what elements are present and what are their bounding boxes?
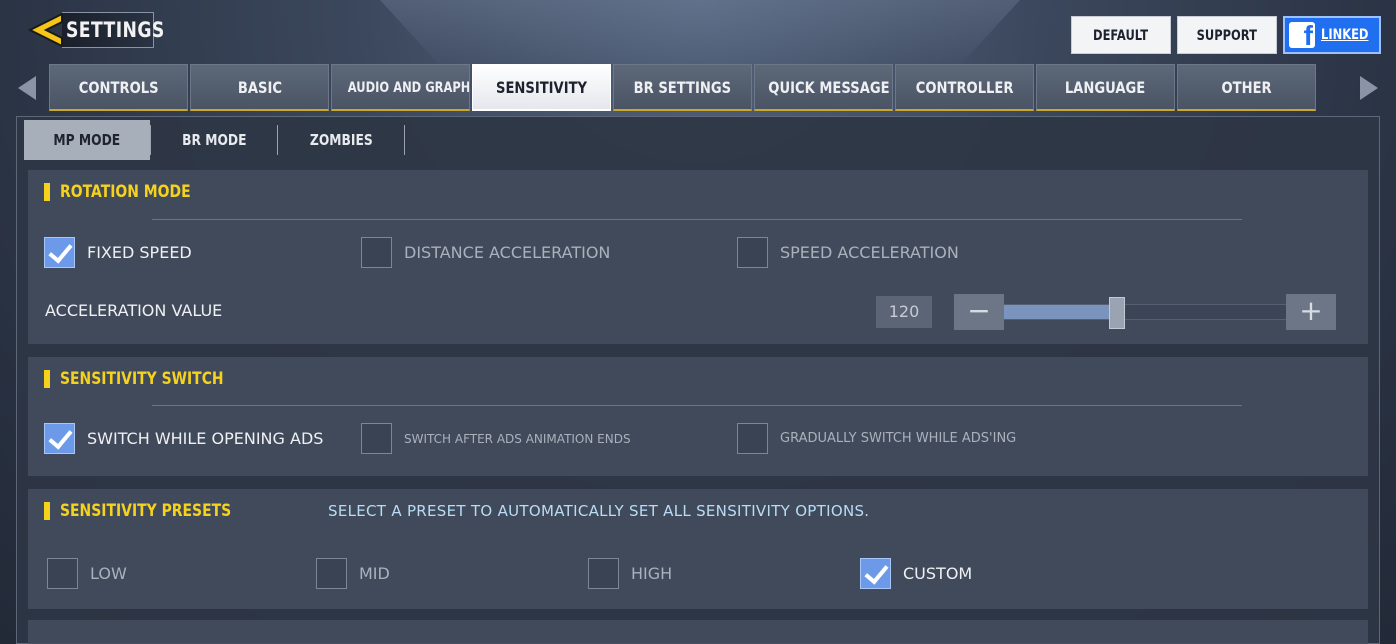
checkbox[interactable]	[737, 423, 768, 454]
option-switch-while-opening-ads[interactable]: SWITCH WHILE OPENING ADS	[44, 423, 323, 454]
checkbox-checked[interactable]	[860, 558, 891, 589]
option-distance-acceleration[interactable]: DISTANCE ACCELERATION	[361, 237, 610, 268]
title-marker	[44, 502, 50, 520]
option-fixed-speed[interactable]: FIXED SPEED	[44, 237, 192, 268]
option-switch-after-ads-animation[interactable]: SWITCH AFTER ADS ANIMATION ENDS	[361, 423, 631, 454]
section-title: SENSITIVITY SWITCH	[44, 369, 260, 389]
subtab-divider	[404, 125, 405, 155]
tab-controller[interactable]: CONTROLLER	[895, 64, 1034, 111]
slider-fill	[1004, 305, 1117, 319]
background-shape	[380, 0, 1020, 70]
chevron-right-icon[interactable]	[1360, 76, 1378, 100]
presets-description: SELECT A PRESET TO AUTOMATICALLY SET ALL…	[328, 502, 870, 520]
page-title: SETTINGS	[62, 12, 164, 48]
support-button[interactable]: SUPPORT	[1177, 16, 1277, 54]
title-marker	[44, 183, 50, 201]
option-gradually-switch[interactable]: GRADUALLY SWITCH WHILE ADS'ING	[737, 423, 1016, 454]
divider	[152, 405, 1242, 406]
slider-thumb[interactable]	[1108, 297, 1125, 329]
tab-sensitivity[interactable]: SENSITIVITY	[472, 64, 611, 111]
acceleration-value-label: ACCELERATION VALUE	[45, 301, 223, 320]
linked-label: LINKED	[1321, 27, 1369, 43]
acceleration-value-display: 120	[876, 296, 932, 328]
decrease-button[interactable]: −	[954, 294, 1004, 330]
tab-br-settings[interactable]: BR SETTINGS	[613, 64, 752, 111]
subtab-mp-mode[interactable]: MP MODE	[24, 120, 150, 160]
section-title: ROTATION MODE	[44, 182, 219, 202]
tab-language[interactable]: LANGUAGE	[1036, 64, 1175, 111]
preset-high[interactable]: HIGH	[588, 558, 672, 589]
section-title: SENSITIVITY PRESETS	[44, 501, 269, 521]
increase-button[interactable]: +	[1286, 294, 1336, 330]
option-speed-acceleration[interactable]: SPEED ACCELERATION	[737, 237, 959, 268]
checkbox-checked[interactable]	[44, 237, 75, 268]
checkbox[interactable]	[588, 558, 619, 589]
checkbox[interactable]	[737, 237, 768, 268]
checkbox[interactable]	[47, 558, 78, 589]
next-section-partial	[28, 620, 1368, 644]
tab-basic[interactable]: BASIC	[190, 64, 329, 111]
tab-audio-and-graphics[interactable]: AUDIO AND GRAPHICS	[331, 64, 470, 111]
facebook-icon: f	[1289, 22, 1315, 50]
linked-button[interactable]: f LINKED	[1283, 16, 1381, 54]
chevron-left-icon[interactable]	[18, 76, 36, 100]
checkbox-checked[interactable]	[44, 423, 75, 454]
checkbox[interactable]	[316, 558, 347, 589]
tab-bar: CONTROLS BASIC AUDIO AND GRAPHICS SENSIT…	[49, 64, 1316, 111]
subtab-zombies[interactable]: ZOMBIES	[278, 120, 404, 160]
default-button[interactable]: DEFAULT	[1071, 16, 1171, 54]
tab-quick-message[interactable]: QUICK MESSAGE	[754, 64, 893, 111]
divider	[152, 219, 1242, 220]
mode-subtabs: MP MODE BR MODE ZOMBIES	[24, 120, 405, 160]
preset-custom[interactable]: CUSTOM	[860, 558, 972, 589]
title-marker	[44, 370, 50, 388]
preset-low[interactable]: LOW	[47, 558, 127, 589]
tab-controls[interactable]: CONTROLS	[49, 64, 188, 111]
checkbox[interactable]	[361, 423, 392, 454]
checkbox[interactable]	[361, 237, 392, 268]
acceleration-slider[interactable]	[1004, 297, 1286, 329]
subtab-br-mode[interactable]: BR MODE	[151, 120, 277, 160]
preset-mid[interactable]: MID	[316, 558, 390, 589]
tab-other[interactable]: OTHER	[1177, 64, 1316, 111]
back-arrow-icon[interactable]	[26, 12, 64, 48]
sensitivity-switch-section: SENSITIVITY SWITCH	[28, 357, 1368, 476]
